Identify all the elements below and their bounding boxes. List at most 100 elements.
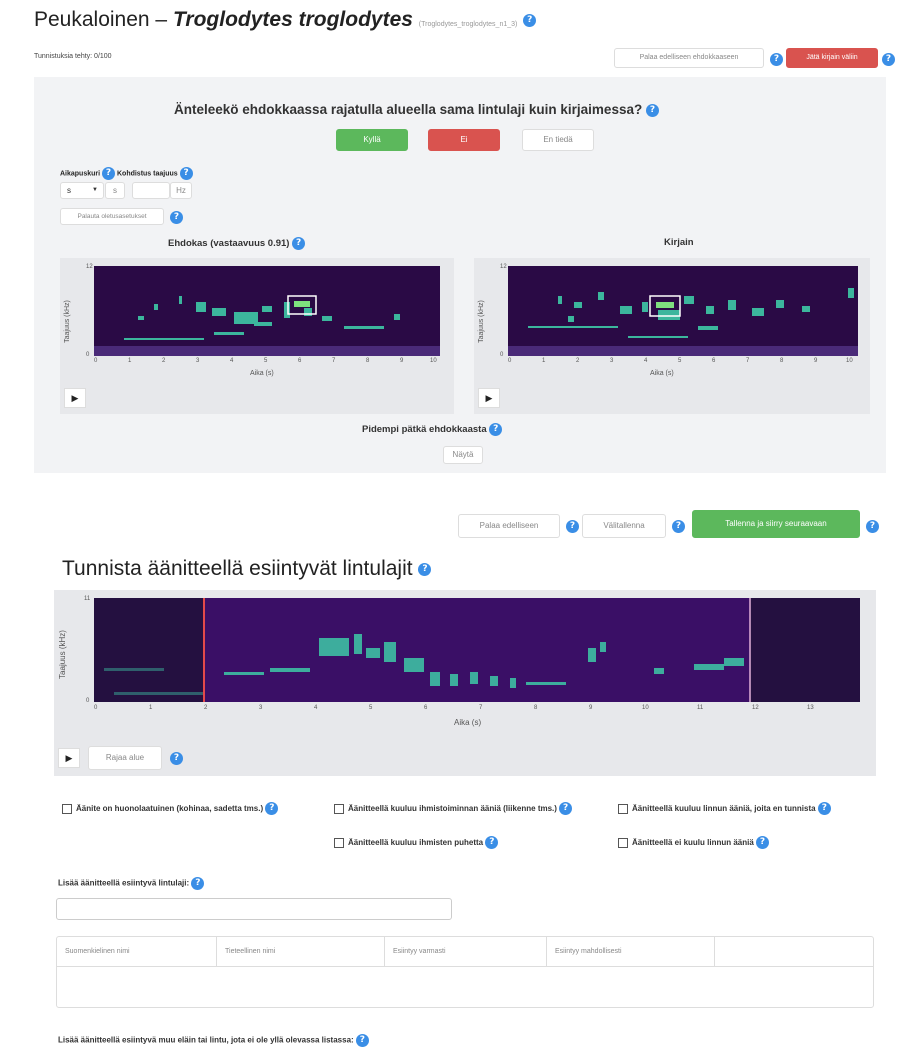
help-icon[interactable]: ? [179, 167, 193, 180]
progress-label: Tunnistuksia tehty: 0/100 [34, 53, 112, 60]
column-header: Suomenkielinen nimi [57, 937, 217, 966]
page-heading: Tunnista äänitteellä esiintyvät lintulaj… [62, 557, 432, 581]
x-tick: 1 [128, 358, 132, 364]
y-tick: 0 [500, 352, 504, 358]
x-axis-label: Aika (s) [454, 718, 482, 727]
candidate-spectrogram[interactable] [94, 266, 440, 356]
checkbox[interactable] [618, 803, 628, 814]
x-ticks: 0 1 2 3 4 5 6 7 8 9 10 11 12 13 [94, 705, 860, 715]
to-label: s [105, 182, 125, 199]
recording-spectrogram[interactable] [94, 598, 860, 702]
y-tick: 12 [500, 264, 507, 270]
help-icon[interactable]: ? [645, 103, 659, 117]
x-tick: 0 [94, 705, 98, 711]
spectrogram-image [104, 598, 751, 702]
x-ticks: 0 1 2 3 4 5 6 7 8 9 10 [94, 358, 440, 368]
x-tick: 0 [94, 358, 98, 364]
y-axis-label: Taajuus (kHz) [57, 630, 67, 679]
x-tick: 6 [298, 358, 302, 364]
x-tick: 5 [264, 358, 268, 364]
help-icon[interactable]: ? [523, 13, 537, 27]
help-icon[interactable]: ? [418, 562, 432, 576]
play-button[interactable]: ▶ [64, 388, 86, 408]
help-icon[interactable]: ? [102, 167, 116, 180]
help-icon[interactable]: ? [756, 836, 770, 850]
help-icon[interactable]: ? [866, 520, 879, 533]
no-button[interactable]: Ei [428, 129, 500, 151]
play-button[interactable]: ▶ [478, 388, 500, 408]
x-tick: 3 [610, 358, 614, 364]
checkbox[interactable] [62, 803, 72, 814]
prev-recording-button[interactable]: Palaa edelliseen [458, 514, 560, 538]
column-header: Esiintyy varmasti [385, 937, 547, 966]
x-tick: 8 [534, 705, 538, 711]
recording-spectrogram-panel: Taajuus (kHz) 11 0 0 1 2 3 4 5 6 7 8 9 1… [54, 590, 876, 776]
checkbox[interactable] [334, 803, 344, 814]
checkbox-no-birds[interactable]: Äänitteellä ei kuulu linnun ääniä ? [618, 836, 858, 850]
help-icon[interactable]: ? [566, 520, 579, 533]
x-tick: 3 [259, 705, 263, 711]
x-axis-label: Aika (s) [250, 370, 274, 377]
skip-letter-button[interactable]: Jätä kirjain väliin [786, 48, 878, 68]
x-tick: 6 [712, 358, 716, 364]
help-icon[interactable]: ? [882, 53, 895, 66]
dont-know-button[interactable]: En tiedä [522, 129, 594, 151]
x-tick: 1 [149, 705, 153, 711]
species-table: Suomenkielinen nimi Tieteellinen nimi Es… [56, 936, 874, 1008]
x-tick: 3 [196, 358, 200, 364]
play-button[interactable]: ▶ [58, 748, 80, 768]
time-window-select[interactable]: s ▼ [60, 182, 104, 199]
help-icon[interactable]: ? [489, 423, 503, 436]
add-species-label: Lisää äänitteellä esiintyvä lintulaji: ? [58, 877, 205, 890]
interim-save-button[interactable]: Välitallenna [582, 514, 666, 538]
prev-candidate-button[interactable]: Palaa edelliseen ehdokkaaseen [614, 48, 764, 68]
x-axis-label: Aika (s) [650, 370, 674, 377]
checkbox[interactable] [334, 837, 344, 848]
x-tick: 0 [508, 358, 512, 364]
species-latin-name: Troglodytes troglodytes [172, 8, 413, 31]
x-tick: 5 [369, 705, 373, 711]
checkbox-human-speech[interactable]: Äänitteellä kuuluu ihmisten puhetta ? [334, 836, 574, 850]
yes-button[interactable]: Kyllä [336, 129, 408, 151]
y-tick: 11 [84, 596, 91, 602]
help-icon[interactable]: ? [355, 1034, 369, 1047]
species-id: (Troglodytes_troglodytes_n1_3) [418, 21, 518, 28]
x-tick: 2 [576, 358, 580, 364]
help-icon[interactable]: ? [770, 53, 783, 66]
letter-title: Kirjain [664, 237, 694, 248]
help-icon[interactable]: ? [485, 836, 499, 850]
limit-area-button[interactable]: Rajaa alue [88, 746, 162, 770]
species-search-input[interactable] [56, 898, 452, 920]
help-icon[interactable]: ? [191, 877, 205, 890]
spectrogram-image [94, 295, 440, 356]
help-icon[interactable]: ? [170, 752, 183, 765]
y-tick: 0 [86, 698, 90, 704]
x-tick: 2 [204, 705, 208, 711]
x-tick: 9 [589, 705, 593, 711]
top-title: Peukaloinen – Troglodytes troglodytes (T… [34, 8, 537, 32]
table-header-row: Suomenkielinen nimi Tieteellinen nimi Es… [57, 937, 873, 967]
x-tick: 10 [430, 358, 437, 364]
help-icon[interactable]: ? [672, 520, 685, 533]
save-and-next-button[interactable]: Tallenna ja siirry seuraavaan [692, 510, 860, 538]
time-window-label: Aikapuskuri ? Kohdistus taajuus ? [60, 167, 193, 180]
candidate-title: Ehdokas (vastaavuus 0.91) ? [168, 237, 306, 250]
help-icon[interactable]: ? [265, 802, 279, 816]
show-button[interactable]: Näytä [443, 446, 483, 464]
x-tick: 4 [230, 358, 234, 364]
help-icon[interactable]: ? [292, 237, 306, 250]
help-icon[interactable]: ? [170, 211, 183, 224]
letter-spectrogram[interactable] [508, 266, 858, 356]
checkbox-poor-quality[interactable]: Äänite on huonolaatuinen (kohinaa, sadet… [62, 802, 302, 816]
help-icon[interactable]: ? [559, 802, 573, 816]
checkbox[interactable] [618, 837, 628, 848]
x-tick: 1 [542, 358, 546, 364]
species-common-name: Peukaloinen – [34, 8, 173, 31]
x-tick: 10 [846, 358, 853, 364]
restore-defaults-button[interactable]: Palauta oletusasetukset [60, 208, 164, 225]
checkbox-human-activity[interactable]: Äänitteellä kuuluu ihmistoiminnan ääniä … [334, 802, 574, 816]
x-tick: 4 [644, 358, 648, 364]
checkbox-unknown-birds[interactable]: Äänitteellä kuuluu linnun ääniä, joita e… [618, 802, 858, 816]
help-icon[interactable]: ? [817, 802, 831, 816]
freq-input[interactable] [132, 182, 170, 199]
